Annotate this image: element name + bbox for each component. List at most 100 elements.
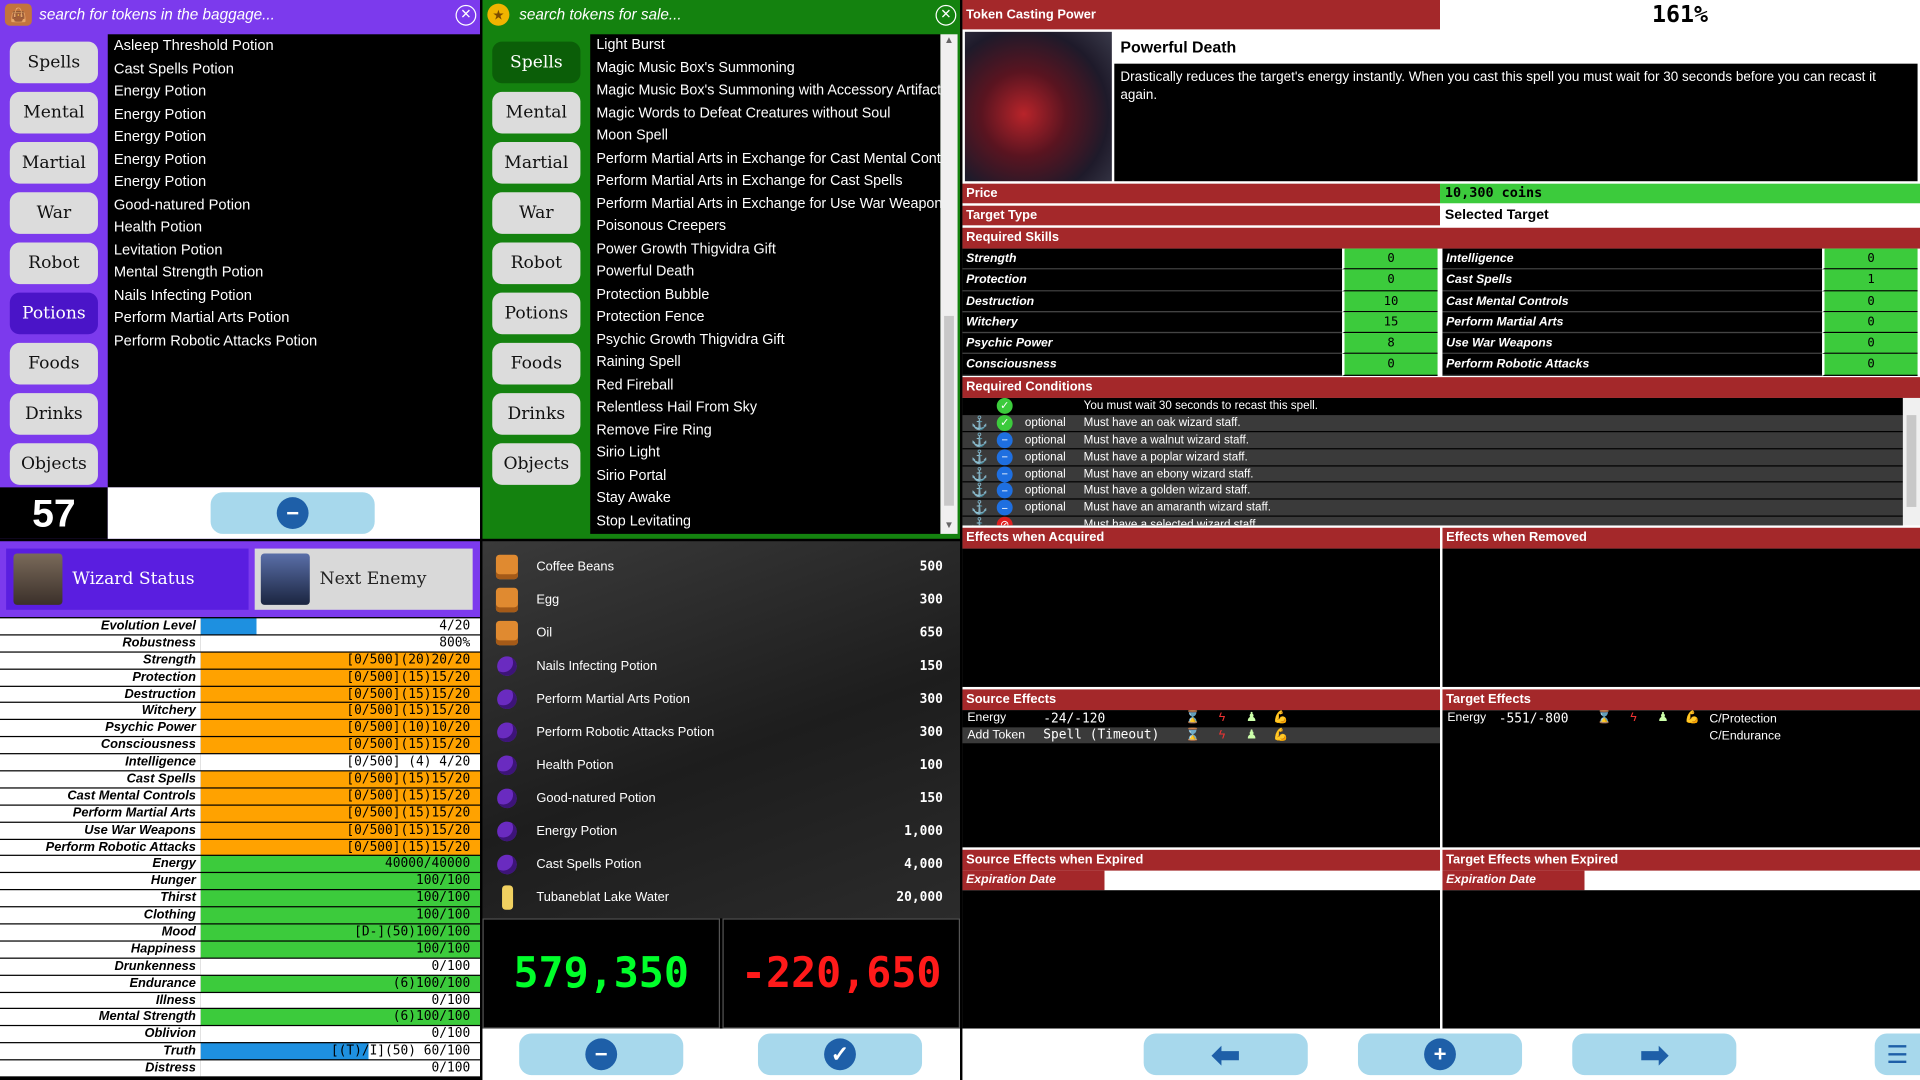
shop-scrollbar[interactable]: ▲ ▼ [940, 34, 958, 534]
conditions-scrollbar[interactable] [1902, 397, 1920, 526]
list-item[interactable]: Relentless Hail From Sky [596, 397, 940, 420]
condition-row: ⚓ − optional Must have an amaranth wizard s… [962, 499, 1903, 518]
list-item[interactable]: Moon Spell [596, 125, 940, 148]
category-martial[interactable]: Martial [9, 142, 98, 184]
settings-button[interactable]: ☰ [1874, 1033, 1920, 1076]
shop-search-input[interactable] [519, 6, 936, 24]
category-potions[interactable]: Potions [492, 292, 581, 335]
remove-button[interactable]: − [210, 492, 375, 534]
category-war[interactable]: War [492, 192, 581, 234]
category-spells[interactable]: Spells [492, 41, 581, 84]
baggage-categories: Spells Mental Martial War Robot Potions Foods D… [0, 29, 108, 487]
category-drinks[interactable]: Drinks [492, 393, 581, 435]
previous-button[interactable]: ⬅ [1143, 1033, 1308, 1076]
list-item[interactable]: Stay Awake [596, 487, 940, 510]
list-item[interactable]: Magic Music Box's Summoning [596, 57, 940, 80]
list-item[interactable]: Health Potion [114, 216, 480, 239]
cart-item-name: Tubaneblat Lake Water [536, 889, 670, 905]
category-objects[interactable]: Objects [492, 443, 581, 485]
next-button[interactable]: ➡ [1572, 1033, 1737, 1076]
clear-shop-search-icon[interactable]: ✕ [935, 4, 957, 26]
list-item[interactable]: Poisonous Creepers [596, 216, 940, 239]
category-potions[interactable]: Potions [9, 292, 98, 335]
cart-row[interactable]: Good-natured Potion 150 [482, 781, 960, 814]
remove-from-cart-button[interactable]: − [519, 1033, 684, 1076]
cart-row[interactable]: Oil 650 [482, 616, 960, 649]
list-item[interactable]: Remove Fire Ring [596, 419, 940, 442]
list-item[interactable]: Power Growth Thigvidra Gift [596, 238, 940, 261]
stat-value-text: 100/100 [416, 907, 471, 923]
conditions-scroll-thumb[interactable] [1906, 415, 1917, 507]
list-item[interactable]: Magic Music Box's Summoning with Accesso… [596, 80, 940, 103]
list-item[interactable]: Energy Potion [114, 125, 480, 148]
list-item[interactable]: Levitation Potion [114, 238, 480, 261]
category-robot[interactable]: Robot [9, 242, 98, 285]
list-item[interactable]: Perform Martial Arts in Exchange for Use… [596, 193, 940, 216]
list-item[interactable]: Perform Robotic Attacks Potion [114, 329, 480, 352]
list-item[interactable]: Light Burst [596, 34, 940, 57]
category-foods[interactable]: Foods [492, 342, 581, 385]
wizard-status-tab[interactable]: Wizard Status [6, 548, 249, 610]
list-item[interactable]: Cast Spells Potion [114, 57, 480, 80]
list-item[interactable]: Energy Potion [114, 170, 480, 193]
list-item[interactable]: Stop Levitating [596, 510, 940, 533]
baggage-search-input[interactable] [39, 6, 456, 24]
list-item[interactable]: Red Fireball [596, 374, 940, 397]
skill-row: Witchery 15 [962, 312, 1440, 334]
list-item[interactable]: Sirio Light [596, 442, 940, 465]
list-item[interactable]: Energy Potion [114, 148, 480, 171]
list-item[interactable]: Powerful Death [596, 261, 940, 284]
category-martial[interactable]: Martial [492, 142, 581, 184]
condition-row: ⚓ − optional Must have a golden wizard staf… [962, 482, 1903, 501]
figure-icon: ♟ [1245, 711, 1257, 726]
list-item[interactable]: Mental Strength Potion [114, 261, 480, 284]
cart-row[interactable]: Coffee Beans 500 [482, 550, 960, 583]
cart-row[interactable]: Perform Robotic Attacks Potion 300 [482, 715, 960, 748]
list-item[interactable]: Perform Martial Arts Potion [114, 306, 480, 329]
category-spells[interactable]: Spells [9, 41, 98, 84]
list-item[interactable]: Perform Martial Arts in Exchange for Cas… [596, 170, 940, 193]
stat-value: [0/500](15)15/20 [200, 839, 481, 856]
list-item[interactable]: Asleep Threshold Potion [114, 34, 480, 57]
skill-value: 0 [1342, 269, 1438, 291]
list-item[interactable]: Sirio Portal [596, 465, 940, 488]
scroll-down-icon[interactable]: ▼ [944, 519, 954, 534]
category-war[interactable]: War [9, 192, 98, 234]
category-mental[interactable]: Mental [9, 91, 98, 134]
list-item[interactable]: Protection Bubble [596, 283, 940, 306]
scroll-thumb[interactable] [944, 315, 954, 506]
list-item[interactable]: Nails Infecting Potion [114, 283, 480, 306]
list-item[interactable]: Perform Martial Arts in Exchange for Cas… [596, 148, 940, 171]
confirm-purchase-button[interactable]: ✓ [757, 1033, 923, 1076]
next-enemy-tab[interactable]: Next Enemy [254, 548, 473, 610]
scroll-up-icon[interactable]: ▲ [944, 34, 954, 49]
potion-icon [492, 652, 521, 679]
stat-value: 800% [200, 635, 481, 652]
add-button[interactable]: + [1357, 1033, 1523, 1076]
lightning-icon: ϟ [1218, 728, 1226, 742]
cart-row[interactable]: Egg 300 [482, 583, 960, 616]
list-item[interactable]: Energy Potion [114, 102, 480, 125]
clear-search-icon[interactable]: ✕ [455, 4, 477, 26]
effect-value: -551/-800 [1498, 711, 1569, 727]
category-mental[interactable]: Mental [492, 91, 581, 134]
cart-row[interactable]: Tubaneblat Lake Water 20,000 [482, 880, 960, 913]
list-item[interactable]: Raining Spell [596, 351, 940, 374]
category-robot[interactable]: Robot [492, 242, 581, 285]
category-objects[interactable]: Objects [9, 443, 98, 485]
category-foods[interactable]: Foods [9, 342, 98, 385]
list-item[interactable]: Energy Potion [114, 80, 480, 103]
cart-row[interactable]: Health Potion 100 [482, 748, 960, 781]
cart-row[interactable]: Perform Martial Arts Potion 300 [482, 682, 960, 715]
cart-row[interactable]: Nails Infecting Potion 150 [482, 649, 960, 682]
list-item[interactable]: Psychic Growth Thigvidra Gift [596, 329, 940, 352]
stat-value: 0/100 [200, 958, 481, 975]
category-drinks[interactable]: Drinks [9, 393, 98, 435]
condition-text: Must have an oak wizard staff. [1083, 416, 1241, 430]
effects-removed-title: Effects when Removed [1442, 527, 1920, 549]
cart-row[interactable]: Cast Spells Potion 4,000 [482, 847, 960, 880]
cart-row[interactable]: Energy Potion 1,000 [482, 814, 960, 847]
list-item[interactable]: Protection Fence [596, 306, 940, 329]
list-item[interactable]: Good-natured Potion [114, 193, 480, 216]
list-item[interactable]: Magic Words to Defeat Creatures without … [596, 102, 940, 125]
